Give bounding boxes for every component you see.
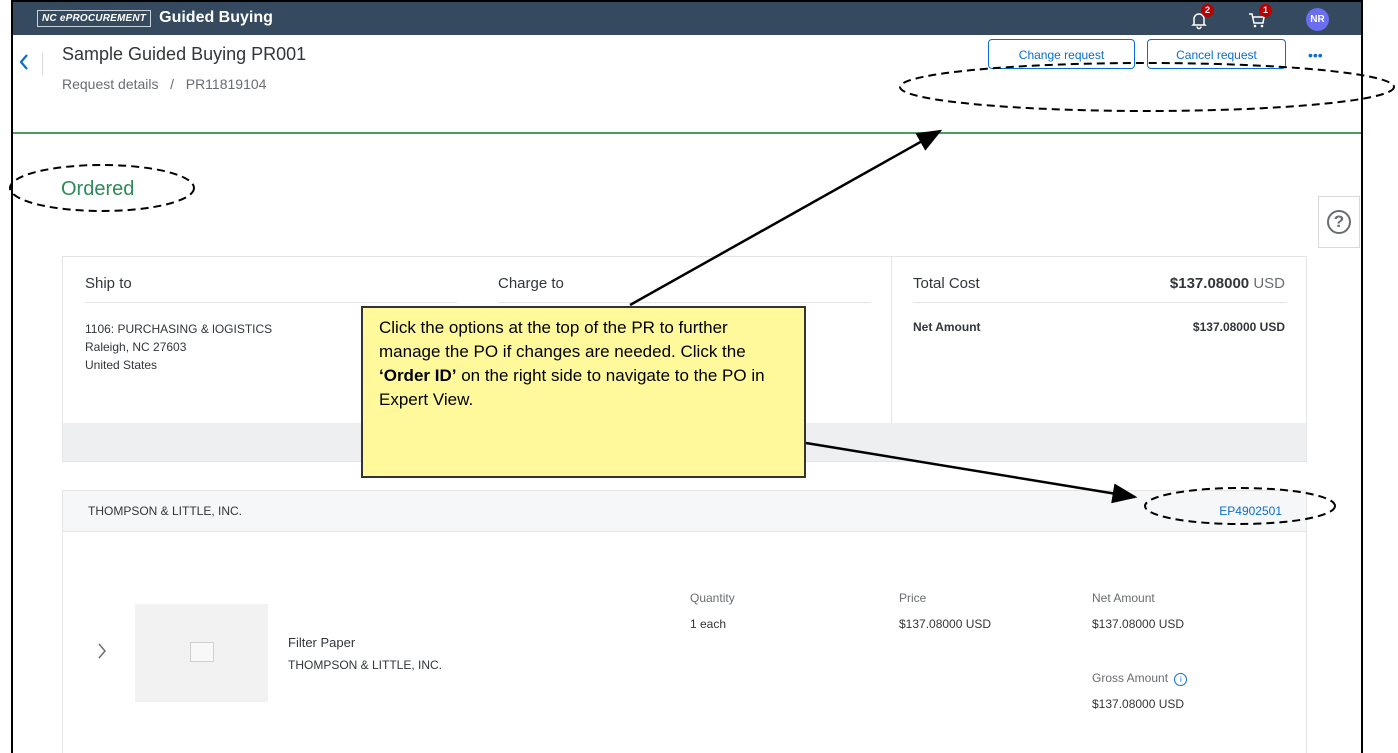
ship-to-divider: [85, 302, 457, 303]
quantity-label: Quantity: [690, 591, 735, 605]
address-line-3: United States: [85, 358, 158, 372]
top-bar: NC ePROCUREMENT Guided Buying 2 1 NR: [13, 2, 1361, 35]
notifications-button[interactable]: 2: [1189, 4, 1214, 30]
help-icon: ?: [1327, 210, 1351, 234]
item-image: [135, 604, 268, 702]
callout-text-before: Click the options at the top of the PR t…: [379, 318, 746, 361]
line-net-amount-label: Net Amount: [1092, 591, 1155, 605]
image-placeholder-icon: [190, 642, 214, 662]
info-icon[interactable]: i: [1174, 673, 1188, 686]
item-name[interactable]: Filter Paper: [288, 635, 355, 650]
cart-badge: 1: [1259, 4, 1272, 17]
breadcrumb[interactable]: Request details / PR11819104: [62, 76, 266, 92]
ship-to-label: Ship to: [85, 275, 132, 292]
vendor-header: THOMPSON & LITTLE, INC. EP4902501: [62, 490, 1307, 532]
order-id-link[interactable]: EP4902501: [1219, 504, 1282, 518]
change-request-button[interactable]: Change request: [988, 39, 1135, 69]
total-cost-amount: $137.08000: [1169, 275, 1250, 292]
charge-to-divider: [498, 302, 871, 303]
summary-divider: [891, 257, 892, 423]
help-button[interactable]: ?: [1318, 196, 1360, 248]
user-avatar[interactable]: NR: [1306, 8, 1329, 31]
address-line-2: Raleigh, NC 27603: [85, 340, 187, 354]
back-separator: [42, 53, 43, 75]
page-header: Sample Guided Buying PR001 Request detai…: [13, 35, 1361, 134]
net-amount-value: $137.08000 USD: [1192, 320, 1285, 334]
net-amount-label: Net Amount: [913, 320, 981, 334]
page-title: Sample Guided Buying PR001: [62, 44, 307, 64]
chevron-left-icon: [19, 54, 28, 70]
cart-button[interactable]: 1: [1247, 4, 1272, 30]
instruction-callout: Click the options at the top of the PR t…: [361, 306, 806, 478]
more-options-button[interactable]: •••: [1308, 47, 1323, 63]
chevron-right-icon: [98, 643, 106, 659]
brand[interactable]: NC ePROCUREMENT Guided Buying: [37, 8, 273, 28]
price-value: $137.08000 USD: [899, 617, 992, 631]
gross-amount-value: $137.08000 USD: [1092, 697, 1185, 711]
cancel-request-button[interactable]: Cancel request: [1147, 39, 1286, 69]
total-cost-label: Total Cost: [913, 275, 980, 292]
line-net-amount-value: $137.08000 USD: [1092, 617, 1185, 631]
vendor-name: THOMPSON & LITTLE, INC.: [88, 504, 243, 518]
callout-text-bold: ‘Order ID’: [379, 366, 457, 385]
charge-to-label: Charge to: [498, 275, 564, 292]
total-cost-value: $137.08000 USD: [1170, 275, 1285, 292]
gross-amount-row: Gross Amount i: [1092, 671, 1188, 686]
status-label: Ordered: [61, 178, 135, 200]
total-cost-currency: USD: [1249, 275, 1285, 292]
item-supplier: THOMPSON & LITTLE, INC.: [288, 658, 443, 672]
expand-line-button[interactable]: [95, 640, 109, 667]
price-label: Price: [899, 591, 927, 605]
gross-amount-label: Gross Amount: [1092, 671, 1169, 685]
total-cost-divider: [913, 302, 1287, 303]
back-button[interactable]: [17, 51, 35, 77]
app-title: Guided Buying: [159, 9, 273, 26]
address-line-1: 1106: PURCHASING & lOGISTICS: [85, 322, 273, 336]
brand-logo: NC ePROCUREMENT: [37, 9, 152, 27]
notifications-badge: 2: [1201, 4, 1214, 17]
quantity-value: 1 each: [690, 617, 727, 631]
